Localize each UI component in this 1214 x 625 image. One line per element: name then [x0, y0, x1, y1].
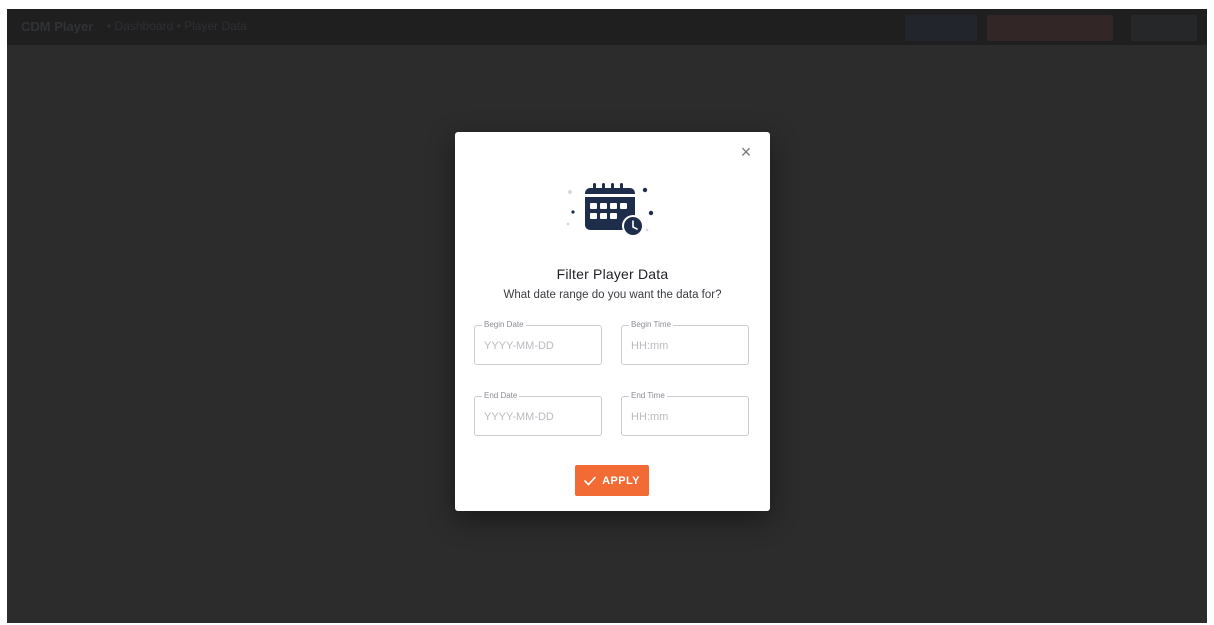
begin-time-label: Begin Time	[629, 320, 674, 330]
calendar-clock-icon	[565, 180, 655, 240]
check-icon	[584, 476, 596, 486]
app-title: CDM Player	[21, 19, 94, 34]
end-time-field[interactable]: End Time	[621, 391, 749, 436]
begin-date-field[interactable]: Begin Date	[474, 320, 602, 365]
filter-dialog: × Filter Player Data What date range do …	[455, 132, 770, 511]
close-icon[interactable]: ×	[738, 143, 754, 161]
end-date-field[interactable]: End Date	[474, 391, 602, 436]
begin-time-field[interactable]: Begin Time	[621, 320, 749, 365]
breadcrumb: • Dashboard • Player Data	[107, 19, 247, 33]
apply-label: APPLY	[602, 474, 640, 487]
end-date-label: End Date	[482, 391, 520, 401]
begin-date-input[interactable]	[484, 337, 594, 355]
dialog-subtitle: What date range do you want the data for…	[503, 289, 722, 301]
end-time-input[interactable]	[631, 408, 741, 426]
dialog-title: Filter Player Data	[556, 266, 669, 282]
begin-time-input[interactable]	[631, 337, 741, 355]
top-bar: CDM Player • Dashboard • Player Data	[7, 9, 1207, 45]
topbar-button-primary[interactable]	[905, 15, 977, 41]
begin-date-label: Begin Date	[482, 320, 526, 330]
topbar-button-secondary[interactable]	[1131, 15, 1197, 41]
end-time-label: End Time	[629, 391, 667, 401]
topbar-button-danger[interactable]	[987, 15, 1113, 41]
end-date-input[interactable]	[484, 408, 594, 426]
apply-button[interactable]: APPLY	[575, 465, 649, 496]
